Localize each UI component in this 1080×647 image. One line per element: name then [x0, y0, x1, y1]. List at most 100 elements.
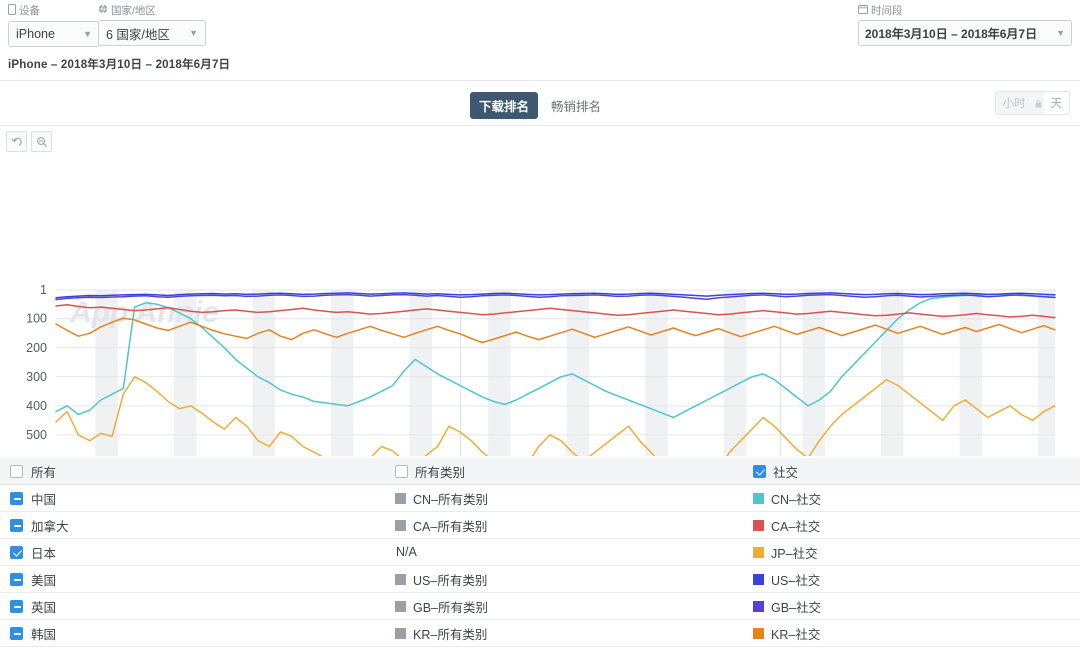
legend-color-swatch — [395, 601, 406, 612]
legend-category-cell[interactable]: CA–所有类别 — [395, 516, 753, 535]
checkbox-country[interactable] — [10, 627, 23, 640]
date-label-text: 时间段 — [871, 5, 903, 18]
y-axis-tick-label: 400 — [26, 399, 47, 413]
granularity-toggle[interactable]: 小时 天 — [995, 91, 1071, 115]
checkbox-country[interactable] — [10, 546, 23, 559]
legend-category-cell[interactable]: CN–所有类别 — [395, 489, 753, 508]
legend-social-cell[interactable]: JP–社交 — [753, 543, 1080, 562]
legend-row: 加拿大 CA–所有类别 CA–社交 — [0, 512, 1080, 539]
legend-category-label: CA–所有类别 — [413, 516, 487, 535]
legend-social-cell[interactable]: CA–社交 — [753, 516, 1080, 535]
chart-canvas[interactable]: 11002003004005006007008009002018年4月2018年… — [0, 126, 1080, 456]
tab-grossing-rank[interactable]: 畅销排名 — [542, 92, 610, 119]
legend-header-row: 所有 所有类别 社交 — [0, 458, 1080, 485]
legend-header-all-categories[interactable]: 所有类别 — [395, 462, 753, 481]
date-filter-label: 时间段 — [858, 4, 1072, 18]
legend-row: 英国 GB–所有类别 GB–社交 — [0, 593, 1080, 620]
legend-color-swatch — [753, 547, 764, 558]
device-label-text: 设备 — [19, 5, 40, 18]
y-axis-tick-label: 200 — [26, 341, 47, 355]
legend-color-swatch — [753, 628, 764, 639]
legend-color-swatch — [395, 520, 406, 531]
legend-country-cell[interactable]: 美国 — [0, 570, 395, 589]
rank-chart: 11002003004005006007008009002018年4月2018年… — [0, 126, 1080, 456]
legend-category-cell[interactable]: US–所有类别 — [395, 570, 753, 589]
legend-social-label: KR–社交 — [771, 624, 820, 643]
legend-color-swatch — [753, 574, 764, 585]
legend-category-label: GB–所有类别 — [413, 597, 488, 616]
device-select-value: iPhone — [16, 27, 55, 41]
legend-category-label: CN–所有类别 — [413, 489, 488, 508]
date-range-select[interactable]: 2018年3月10日 – 2018年6月7日 ▼ — [858, 20, 1072, 46]
legend-country-label: 日本 — [31, 543, 56, 562]
country-select[interactable]: 6 国家/地区 ▼ — [98, 20, 206, 46]
legend-country-cell[interactable]: 中国 — [0, 489, 395, 508]
tab-download-rank[interactable]: 下载排名 — [470, 92, 538, 119]
context-summary: iPhone – 2018年3月10日 – 2018年6月7日 — [8, 56, 230, 72]
checkbox-all-categories[interactable] — [395, 465, 408, 478]
y-axis-tick-label: 1 — [40, 283, 47, 297]
legend-social-label: CN–社交 — [771, 489, 821, 508]
legend-color-swatch — [395, 574, 406, 585]
calendar-icon — [858, 4, 868, 18]
legend-header-all-categories-label: 所有类别 — [415, 462, 465, 481]
legend-social-label: CA–社交 — [771, 516, 820, 535]
checkbox-country[interactable] — [10, 492, 23, 505]
legend-category-label: N/A — [395, 545, 417, 559]
checkbox-country[interactable] — [10, 600, 23, 613]
date-range-value: 2018年3月10日 – 2018年6月7日 — [865, 25, 1037, 42]
legend-country-cell[interactable]: 日本 — [0, 543, 395, 562]
reset-zoom-button[interactable] — [6, 131, 27, 152]
tab-strip: 下载排名 畅销排名 小时 天 — [0, 80, 1080, 126]
legend-social-cell[interactable]: GB–社交 — [753, 597, 1080, 616]
chevron-down-icon: ▼ — [83, 29, 92, 39]
legend-country-cell[interactable]: 英国 — [0, 597, 395, 616]
country-filter: 国家/地区 6 国家/地区 ▼ — [98, 4, 206, 46]
globe-icon — [98, 4, 108, 18]
legend-country-label: 英国 — [31, 597, 56, 616]
app-root: 设备 iPhone ▼ 国家/地区 6 国家/地区 ▼ — [0, 0, 1080, 641]
legend-country-label: 韩国 — [31, 624, 56, 643]
legend-color-swatch — [753, 520, 764, 531]
zoom-out-button[interactable] — [31, 131, 52, 152]
granularity-hour[interactable]: 小时 — [996, 92, 1033, 114]
legend-social-cell[interactable]: KR–社交 — [753, 624, 1080, 643]
checkbox-country[interactable] — [10, 573, 23, 586]
legend-row: 日本 N/A JP–社交 — [0, 539, 1080, 566]
filter-bar: 设备 iPhone ▼ 国家/地区 6 国家/地区 ▼ — [0, 0, 1080, 52]
legend-header-all-countries[interactable]: 所有 — [0, 462, 395, 481]
legend-header-social[interactable]: 社交 — [753, 462, 1080, 481]
legend-category-cell[interactable]: N/A — [395, 545, 753, 559]
checkbox-country[interactable] — [10, 519, 23, 532]
legend-social-cell[interactable]: US–社交 — [753, 570, 1080, 589]
legend-row: 美国US–所有类别 US–社交 — [0, 566, 1080, 593]
date-filter: 时间段 2018年3月10日 – 2018年6月7日 ▼ — [858, 4, 1072, 46]
country-label-text: 国家/地区 — [111, 5, 156, 18]
legend-social-label: US–社交 — [771, 570, 820, 589]
country-select-value: 6 国家/地区 — [106, 24, 170, 43]
legend-color-swatch — [395, 493, 406, 504]
checkbox-social[interactable] — [753, 465, 766, 478]
legend-color-swatch — [395, 628, 406, 639]
legend-header-all-countries-label: 所有 — [31, 462, 56, 481]
granularity-day[interactable]: 天 — [1044, 92, 1070, 114]
legend-country-cell[interactable]: 韩国 — [0, 624, 395, 643]
legend-category-cell[interactable]: KR–所有类别 — [395, 624, 753, 643]
legend-row: 韩国 KR–所有类别 KR–社交 — [0, 620, 1080, 647]
legend-header-social-label: 社交 — [773, 462, 798, 481]
legend-social-cell[interactable]: CN–社交 — [753, 489, 1080, 508]
y-axis-tick-label: 500 — [26, 428, 47, 442]
legend-category-cell[interactable]: GB–所有类别 — [395, 597, 753, 616]
legend-body: 中国 CN–所有类别 CN–社交加拿大 CA–所有类别 CA–社交日本 N/A JP–社交美… — [0, 485, 1080, 647]
chevron-down-icon: ▼ — [189, 28, 198, 38]
y-axis-tick-label: 300 — [26, 370, 47, 384]
device-filter: 设备 iPhone ▼ — [8, 4, 100, 47]
legend-country-cell[interactable]: 加拿大 — [0, 516, 395, 535]
legend-category-label: KR–所有类别 — [413, 624, 487, 643]
country-filter-label: 国家/地区 — [98, 4, 206, 18]
checkbox-all-countries[interactable] — [10, 465, 23, 478]
device-select[interactable]: iPhone ▼ — [8, 21, 100, 47]
device-filter-label: 设备 — [8, 4, 100, 19]
legend-table: 所有 所有类别 社交 中国 CN–所有类别 CN–社交加拿大 CA–所有类别 CA–社交… — [0, 458, 1080, 647]
lock-icon — [1033, 92, 1044, 114]
